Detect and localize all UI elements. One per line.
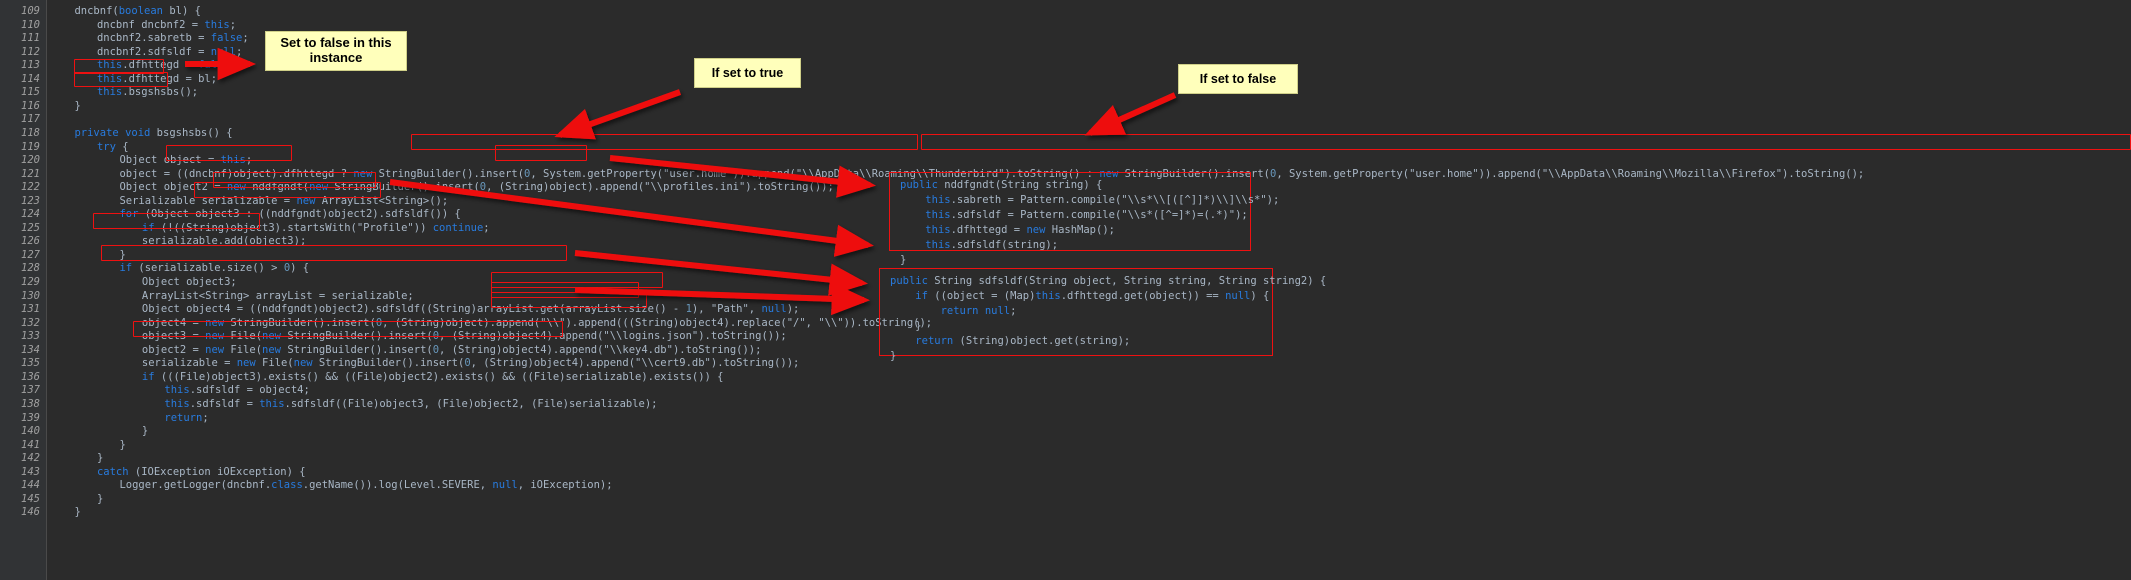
line-number: 142 [21,452,40,465]
line-number: 123 [21,194,40,207]
code-line[interactable]: if (serializable.size() > 0) { [119,261,309,275]
code-line[interactable]: return; [164,411,208,425]
line-number: 131 [21,303,40,316]
code-line[interactable]: dncbnf2.sabretb = false; [97,31,249,45]
line-number: 126 [21,235,40,248]
line-number: 130 [21,289,40,302]
callout-if-set-to-false-text: If set to false [1199,71,1277,86]
code-line[interactable]: this.bsgshsbs(); [97,85,198,99]
line-number: 141 [21,438,40,451]
callout-if-set-to-true-text: If set to true [711,65,784,80]
code-line[interactable]: } [142,424,148,438]
line-number: 137 [21,384,40,397]
code-editor[interactable]: 109 110 111 112 113 114 115 116 117 118 119 120 121 1… [0,0,2131,580]
panel-nddfgndt-constructor-code: public nddfgndt(String string) { this.sa… [900,179,1280,266]
panel-sdfsldf-method-code: public String sdfsldf(String object, Str… [890,275,1327,362]
line-number: 113 [21,59,40,72]
code-line[interactable]: for (Object object3 : ((nddfgndt)object2… [119,207,460,221]
code-line[interactable]: dncbnf(boolean bl) { [74,4,200,18]
arrow-false-branch [1084,92,1177,136]
code-line[interactable]: } [119,438,125,452]
highlight-line121-true-branch [411,134,918,150]
line-number: 143 [21,465,40,478]
code-line[interactable]: dncbnf dncbnf2 = this; [97,18,236,32]
code-line[interactable]: Object object = this; [119,153,252,167]
code-line[interactable]: dncbnf2.sdfsldf = null; [97,45,242,59]
code-line[interactable]: serializable.add(object3); [142,234,306,248]
line-number: 146 [21,506,40,519]
line-number: 127 [21,248,40,261]
highlight-line134-key4-db [491,282,639,298]
panel-nddfgndt-constructor: public nddfgndt(String string) { this.sa… [889,172,1279,266]
arrow-to-sdfsldf-panel [574,250,868,296]
line-number: 124 [21,208,40,221]
line-number: 110 [21,18,40,31]
line-number: 109 [21,5,40,17]
line-number: 121 [21,167,40,180]
code-line[interactable]: serializable = new File(new StringBuilde… [142,356,799,370]
line-number: 122 [21,181,40,194]
code-line[interactable]: this.dfhttegd = bl; [97,72,217,86]
line-number: 145 [21,492,40,505]
callout-set-to-false: Set to false in this instance [265,31,407,71]
line-number: 135 [21,357,40,370]
line-number: 133 [21,330,40,343]
line-number: 136 [21,370,40,383]
code-line[interactable]: private void bsgshsbs() { [74,126,232,140]
code-line[interactable]: object4 = new StringBuilder().insert(0, … [142,316,932,330]
code-line[interactable]: Object object3; [142,275,237,289]
line-number: 120 [21,154,40,167]
line-number: 132 [21,316,40,329]
code-line[interactable]: Object object4 = ((nddfgndt)object2).sdf… [142,302,799,316]
line-number: 116 [21,99,40,112]
line-number: 118 [21,126,40,139]
line-number: 138 [21,397,40,410]
highlight-line121-false-branch [921,134,2131,150]
line-number: 128 [21,262,40,275]
code-line[interactable]: this.dfhttegd = false; [97,58,236,72]
callout-if-set-to-false: If set to false [1178,64,1298,94]
code-line[interactable]: } [74,505,80,519]
line-number: 144 [21,479,40,492]
line-number: 114 [21,72,40,85]
code-line[interactable]: if (!((String)object3).startsWith("Profi… [142,221,490,235]
line-number: 125 [21,221,40,234]
code-line[interactable]: Logger.getLogger(dncbnf.class.getName())… [119,478,612,492]
line-number: 134 [21,343,40,356]
arrow-to-logins-boxes [574,282,870,316]
code-line[interactable]: } [97,451,103,465]
code-line[interactable]: catch (IOException iOException) { [97,465,306,479]
code-line[interactable]: } [74,99,80,113]
code-line[interactable]: Serializable serializable = new ArrayLis… [119,194,448,208]
code-line[interactable]: ArrayList<String> arrayList = serializab… [142,289,414,303]
highlight-line133-logins-json [491,272,663,288]
line-number: 139 [21,411,40,424]
code-line[interactable]: this.sdfsldf = this.sdfsldf((File)object… [164,397,657,411]
line-number: 129 [21,276,40,288]
callout-if-set-to-true: If set to true [694,58,801,88]
code-line[interactable]: try { [97,140,129,154]
line-number: 140 [21,425,40,438]
arrow-true-branch [554,89,682,140]
highlight-line122-profiles-ini [495,145,587,161]
code-line[interactable]: object2 = new File(new StringBuilder().i… [142,343,762,357]
line-number: 115 [21,86,40,99]
code-line[interactable]: if (((File)object3).exists() && ((File)o… [142,370,724,384]
line-number: 119 [21,140,40,153]
line-number-gutter: 109 110 111 112 113 114 115 116 117 118 119 120 121 1… [0,0,47,580]
code-line[interactable]: object3 = new File(new StringBuilder().i… [142,329,787,343]
line-number: 112 [21,45,40,58]
code-line[interactable]: this.sdfsldf = object4; [164,383,309,397]
line-number: 117 [21,113,40,126]
panel-sdfsldf-method: public String sdfsldf(String object, Str… [879,268,1326,362]
code-line[interactable]: } [97,492,103,506]
code-line[interactable]: Object object2 = new nddfgndt(new String… [119,180,833,194]
line-number: 111 [21,32,40,45]
callout-set-to-false-text: Set to false in this instance [280,35,392,65]
code-line[interactable]: } [119,248,125,262]
